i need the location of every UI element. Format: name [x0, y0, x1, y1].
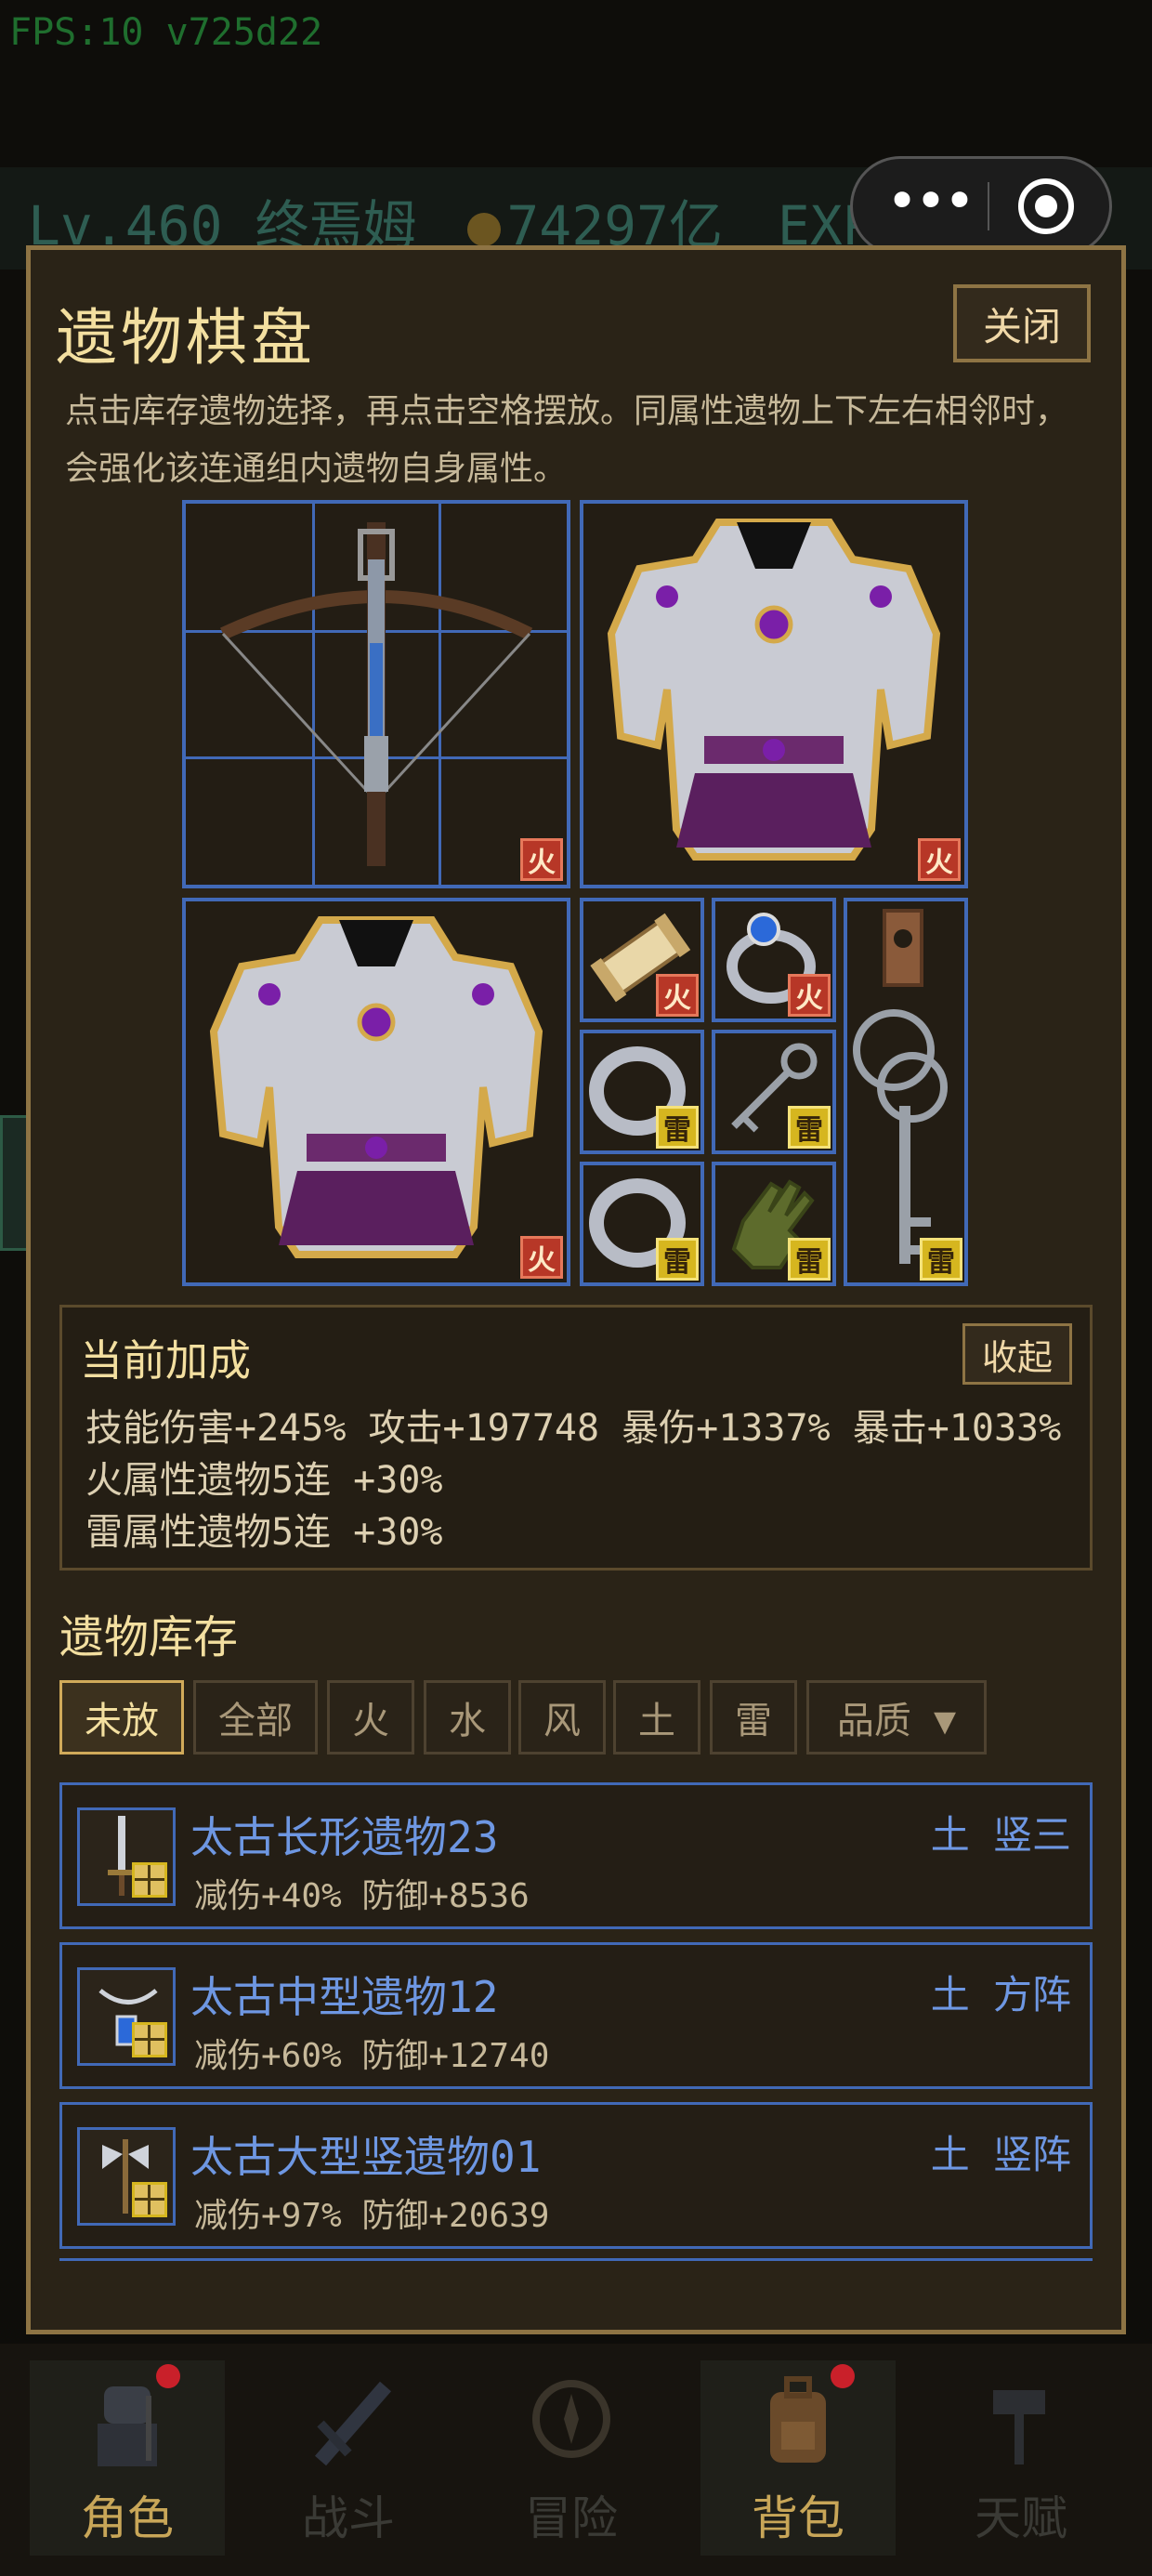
- thunder-element-badge: 雷: [788, 1238, 831, 1281]
- hammer-icon: [993, 2390, 1045, 2464]
- filter-water[interactable]: 水: [424, 1680, 511, 1755]
- filter-wind[interactable]: 风: [518, 1680, 606, 1755]
- bonus-line: 火属性遗物5连 +30%: [85, 1459, 443, 1502]
- filter-thunder[interactable]: 雷: [710, 1680, 797, 1755]
- nav-battle[interactable]: 战斗: [251, 2360, 446, 2556]
- amulet-icon: [77, 1967, 176, 2066]
- fire-element-badge: 火: [918, 838, 961, 881]
- thunder-element-badge: 雷: [656, 1238, 699, 1281]
- item-stats: 减伤+60% 防御+12740: [194, 2037, 550, 2075]
- armor-icon: [607, 519, 941, 861]
- item-name: 太古中型遗物12: [190, 1972, 499, 2022]
- item-stats: 减伤+40% 防御+8536: [194, 1877, 530, 1915]
- board-slot-sapphire-ring[interactable]: 火: [712, 898, 836, 1022]
- board-slot-armor[interactable]: 火: [580, 500, 968, 888]
- relic-board: 火 火 火 火 火 雷 雷 雷 雷 雷: [182, 500, 968, 1286]
- backpack-icon: [770, 2376, 826, 2463]
- inventory-item[interactable]: 太古中型遗物12 土 方阵 减伤+60% 防御+12740: [59, 1942, 1093, 2089]
- board-slot-armor[interactable]: 火: [182, 898, 570, 1286]
- filter-all[interactable]: 全部: [193, 1680, 318, 1755]
- more-icon[interactable]: •••: [878, 173, 980, 238]
- notification-dot: [831, 2364, 855, 2388]
- fire-element-badge: 火: [656, 974, 699, 1017]
- inventory-item[interactable]: 太古长形遗物23 土 竖三 减伤+40% 防御+8536: [59, 1782, 1093, 1929]
- thunder-element-badge: 雷: [920, 1238, 962, 1281]
- coin-icon: [467, 212, 502, 246]
- nav-label: 战斗: [302, 2491, 395, 2545]
- inventory-item[interactable]: 太古大型竖遗物01 土 竖阵 减伤+97% 防御+20639: [59, 2102, 1093, 2249]
- collapse-button[interactable]: 收起: [962, 1323, 1072, 1385]
- board-slot-key-chain[interactable]: 雷: [844, 898, 968, 1286]
- key-chain-icon: [853, 909, 948, 1264]
- fire-element-badge: 火: [520, 1236, 563, 1279]
- axe-icon: [77, 2127, 176, 2226]
- board-slot-iron-ring[interactable]: 雷: [580, 1162, 704, 1286]
- list-divider: [59, 2258, 1093, 2261]
- bonus-line: 雷属性遗物5连 +30%: [85, 1511, 443, 1554]
- nav-backpack[interactable]: 背包: [700, 2360, 896, 2556]
- notification-dot: [156, 2364, 180, 2388]
- dialog-title: 遗物棋盘: [56, 302, 316, 374]
- filter-earth[interactable]: 土: [613, 1680, 700, 1755]
- filter-quality-dropdown[interactable]: 品质 ▼: [806, 1680, 987, 1755]
- nav-label: 天赋: [975, 2491, 1067, 2545]
- armor-icon: [209, 916, 543, 1258]
- nav-label: 角色: [81, 2491, 174, 2545]
- nav-talent[interactable]: 天赋: [923, 2360, 1119, 2556]
- item-tag: 土 竖三: [930, 1812, 1071, 1858]
- nav-label: 背包: [752, 2491, 844, 2545]
- compass-icon: [532, 2380, 610, 2458]
- fire-element-badge: 火: [520, 838, 563, 881]
- close-button[interactable]: 关闭: [953, 284, 1091, 362]
- board-slot-crossbow[interactable]: 火: [182, 500, 570, 888]
- board-slot-glove[interactable]: 雷: [712, 1162, 836, 1286]
- dialog-description: 点击库存遗物选择，再点击空格摆放。同属性遗物上下左右相邻时，会强化该连通组内遗物…: [65, 392, 1069, 488]
- nav-adventure[interactable]: 冒险: [474, 2360, 669, 2556]
- sword-icon: [314, 2381, 392, 2466]
- bonus-line: 技能伤害+245% 攻击+197748 暴伤+1337% 暴击+1033%: [85, 1407, 1062, 1450]
- item-tag: 土 方阵: [930, 1972, 1071, 2017]
- fire-element-badge: 火: [788, 974, 831, 1017]
- board-slot-key[interactable]: 雷: [712, 1030, 836, 1154]
- nav-character[interactable]: 角色: [30, 2360, 225, 2556]
- exit-miniprogram-icon[interactable]: [1018, 178, 1074, 234]
- nav-label: 冒险: [525, 2491, 618, 2545]
- fps-counter: FPS:10 v725d22: [9, 11, 323, 54]
- board-slot-scroll[interactable]: 火: [580, 898, 704, 1022]
- sword-icon: [77, 1807, 176, 1906]
- item-name: 太古长形遗物23: [190, 1812, 499, 1862]
- item-tag: 土 竖阵: [930, 2132, 1071, 2177]
- bonus-title: 当前加成: [80, 1335, 251, 1386]
- inventory-title: 遗物库存: [59, 1611, 239, 1663]
- board-slot-iron-ring[interactable]: 雷: [580, 1030, 704, 1154]
- filter-unplaced[interactable]: 未放: [59, 1680, 184, 1755]
- thunder-element-badge: 雷: [788, 1106, 831, 1149]
- thunder-element-badge: 雷: [656, 1106, 699, 1149]
- capsule-divider: [988, 182, 989, 230]
- filter-fire[interactable]: 火: [327, 1680, 414, 1755]
- item-name: 太古大型竖遗物01: [190, 2132, 542, 2182]
- item-stats: 减伤+97% 防御+20639: [194, 2197, 550, 2235]
- crossbow-icon: [220, 522, 533, 866]
